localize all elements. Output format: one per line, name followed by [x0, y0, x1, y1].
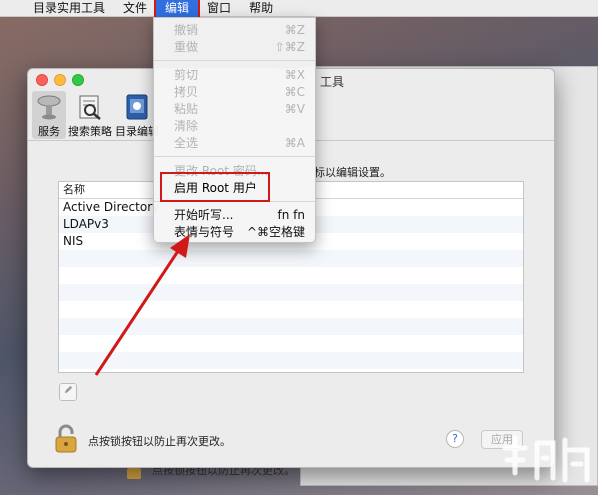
menu-directory-utility[interactable]: 目录实用工具 — [24, 0, 114, 17]
menu-item-clear[interactable]: 清除 — [154, 118, 315, 135]
lock-instruction-text: 点按锁按钮以防止再次更改。 — [88, 435, 231, 448]
menu-item-shortcut: ⌘C — [284, 85, 305, 99]
highlight-box — [160, 172, 270, 202]
menu-item-start-dictation[interactable]: 开始听写... fn fn — [154, 207, 315, 224]
menu-bar: 目录实用工具 文件 编辑 窗口 帮助 — [0, 0, 598, 19]
menu-item-label: 清除 — [174, 119, 199, 133]
tab-services[interactable]: 服务 — [32, 91, 66, 139]
menu-item-undo[interactable]: 撤销 ⌘Z — [154, 22, 315, 39]
pencil-icon — [64, 385, 72, 394]
table-row-empty — [59, 352, 523, 369]
lock-icon[interactable] — [54, 423, 78, 453]
directory-editor-icon — [126, 94, 148, 120]
menu-item-shortcut: ⌘V — [284, 102, 305, 116]
menu-help[interactable]: 帮助 — [240, 0, 282, 17]
zoom-button[interactable] — [72, 74, 84, 86]
menu-edit[interactable]: 编辑 — [154, 0, 201, 19]
tab-search-policy[interactable]: 搜索策略 — [67, 91, 113, 139]
close-button[interactable] — [36, 74, 48, 86]
table-row-empty — [59, 335, 523, 352]
edit-menu-dropdown: 撤销 ⌘Z 重做 ⇧⌘Z 剪切 ⌘X 拷贝 ⌘C 粘贴 ⌘V 清除 全选 ⌘A … — [153, 17, 316, 243]
menu-item-paste[interactable]: 粘贴 ⌘V — [154, 101, 315, 118]
menu-item-emoji-symbols[interactable]: 表情与符号 ^⌘空格键 — [154, 224, 315, 241]
table-row-empty — [59, 267, 523, 284]
menu-separator — [154, 156, 315, 157]
menu-item-select-all[interactable]: 全选 ⌘A — [154, 135, 315, 152]
watermark-logo — [502, 435, 590, 483]
table-row-empty — [59, 250, 523, 267]
description-text: 标以编辑设置。 — [314, 166, 391, 179]
menu-item-shortcut: ⌘A — [284, 136, 305, 150]
menu-item-shortcut: ⌘Z — [284, 23, 305, 37]
menu-item-label: 全选 — [174, 136, 199, 150]
menu-item-label: 拷贝 — [174, 85, 199, 99]
search-policy-icon — [79, 95, 101, 120]
services-icon — [37, 95, 61, 120]
menu-item-label: 重做 — [174, 40, 199, 54]
menu-window[interactable]: 窗口 — [198, 0, 240, 17]
tab-search-policy-label: 搜索策略 — [68, 125, 112, 138]
help-button[interactable]: ? — [446, 430, 464, 448]
menu-item-shortcut: ⌘X — [284, 68, 305, 82]
menu-item-label: 开始听写... — [174, 208, 234, 222]
menu-item-shortcut: ^⌘空格键 — [246, 225, 305, 239]
table-row-empty — [59, 284, 523, 301]
menu-item-shortcut: fn fn — [277, 208, 305, 222]
menu-file[interactable]: 文件 — [114, 0, 156, 17]
menu-separator — [154, 60, 315, 61]
table-row-empty — [59, 318, 523, 335]
menu-item-redo[interactable]: 重做 ⇧⌘Z — [154, 39, 315, 56]
window-title: 工具 — [320, 75, 345, 89]
menu-item-cut[interactable]: 剪切 ⌘X — [154, 67, 315, 84]
minimize-button[interactable] — [54, 74, 66, 86]
edit-pencil-button[interactable] — [59, 383, 77, 401]
menu-item-label: 撤销 — [174, 23, 199, 37]
tab-services-label: 服务 — [38, 125, 60, 138]
menu-item-label: 粘贴 — [174, 102, 199, 116]
menu-item-label: 剪切 — [174, 68, 199, 82]
table-row-empty — [59, 301, 523, 318]
menu-item-copy[interactable]: 拷贝 ⌘C — [154, 84, 315, 101]
menu-item-label: 表情与符号 — [174, 225, 235, 239]
menu-item-shortcut: ⇧⌘Z — [274, 40, 305, 54]
